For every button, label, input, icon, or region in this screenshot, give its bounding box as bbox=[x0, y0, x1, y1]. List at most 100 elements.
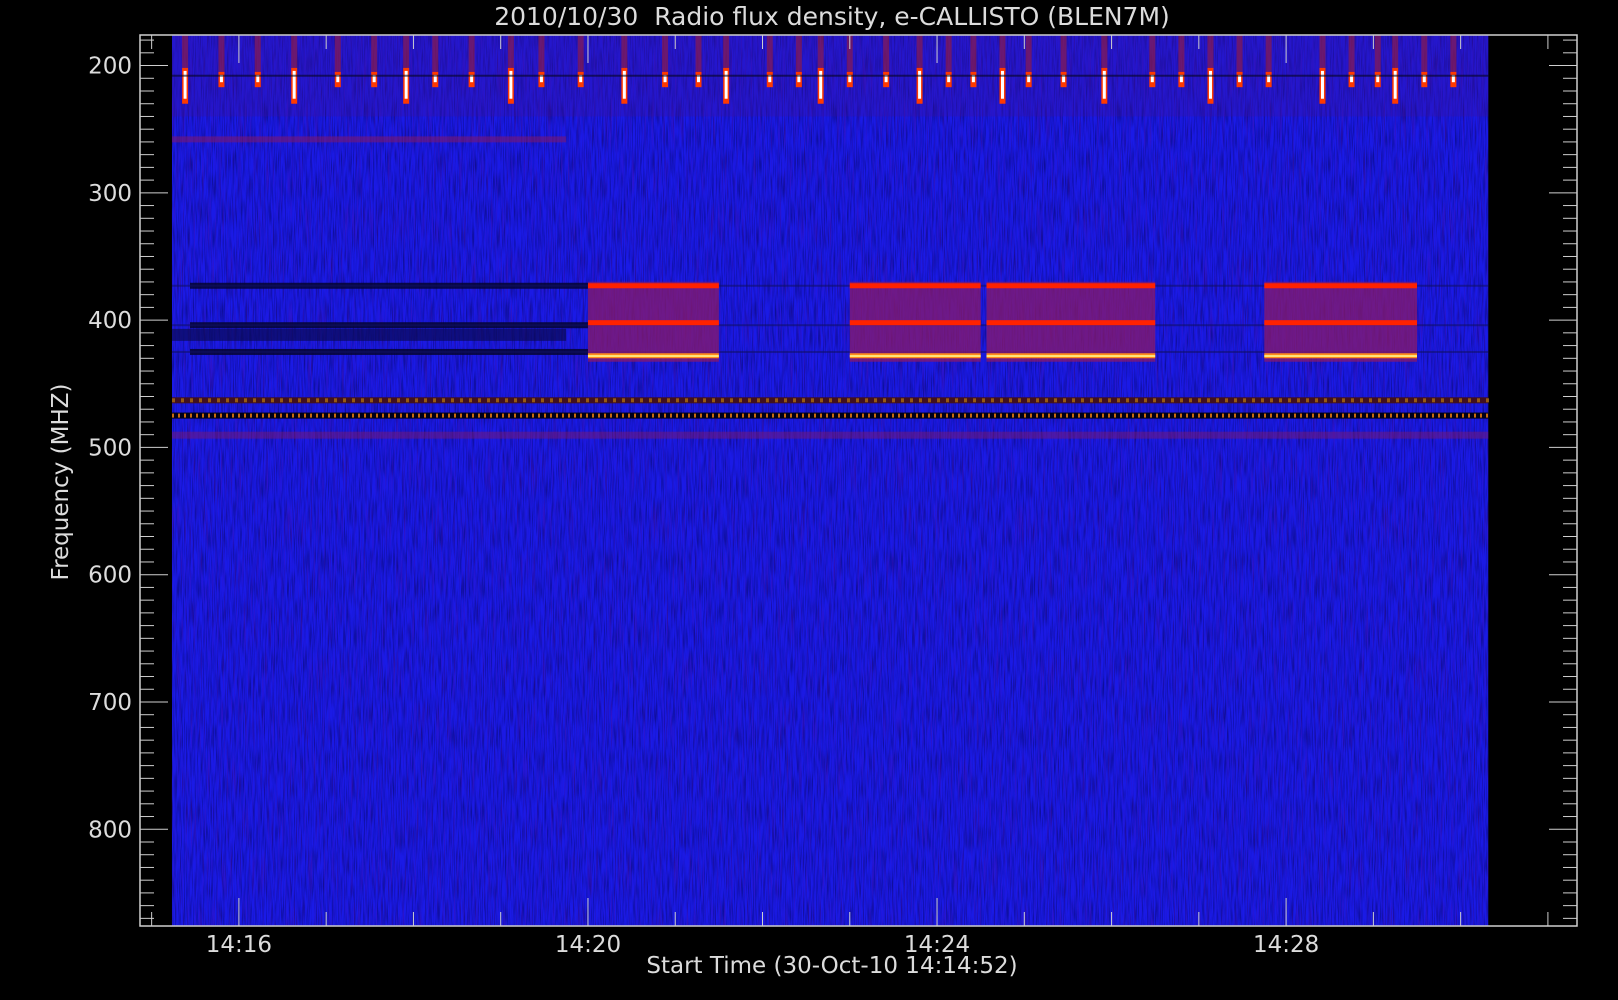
interference-dash bbox=[837, 398, 841, 403]
interference-dash bbox=[375, 413, 378, 418]
interference-dash bbox=[1179, 398, 1183, 403]
interference-dash bbox=[1017, 413, 1020, 418]
interference-dash bbox=[465, 413, 468, 418]
interference-dash bbox=[1113, 413, 1116, 418]
burst-trail bbox=[403, 35, 410, 68]
interference-dash bbox=[1467, 413, 1470, 418]
interference-dash bbox=[399, 413, 402, 418]
background-band bbox=[171, 136, 567, 143]
interference-dash bbox=[1311, 413, 1314, 418]
interference-dash bbox=[567, 398, 571, 403]
x-axis-label: Start Time (30-Oct-10 14:14:52) bbox=[646, 953, 1017, 979]
emission-line-core bbox=[849, 355, 981, 357]
interference-dash bbox=[927, 398, 931, 403]
interference-dash bbox=[699, 413, 702, 418]
interference-dash bbox=[897, 413, 900, 418]
interference-dash bbox=[675, 413, 678, 418]
interference-dash bbox=[1287, 413, 1290, 418]
interference-dash bbox=[1233, 398, 1237, 403]
interference-dash bbox=[1401, 413, 1404, 418]
interference-dash bbox=[219, 413, 222, 418]
interference-dash bbox=[1305, 413, 1308, 418]
interference-dash bbox=[1449, 398, 1453, 403]
interference-dash bbox=[207, 413, 210, 418]
interference-dash bbox=[441, 413, 444, 418]
interference-dash bbox=[573, 413, 576, 418]
interference-dash bbox=[459, 413, 462, 418]
interference-dash bbox=[663, 413, 666, 418]
burst-trail bbox=[254, 35, 261, 72]
interference-dash bbox=[1305, 398, 1309, 403]
interference-dash bbox=[684, 398, 688, 403]
burst-trail bbox=[723, 35, 730, 68]
interference-dash bbox=[603, 413, 606, 418]
interference-dash bbox=[864, 398, 868, 403]
interference-dash bbox=[1431, 413, 1434, 418]
interference-dash bbox=[873, 413, 876, 418]
interference-dash bbox=[615, 413, 618, 418]
x-tick-label: 14:28 bbox=[1253, 932, 1319, 958]
burst-trail bbox=[432, 35, 439, 72]
interference-dash bbox=[1026, 398, 1030, 403]
interference-dash bbox=[1395, 398, 1399, 403]
interference-dash bbox=[621, 398, 625, 403]
interference-dash bbox=[507, 413, 510, 418]
interference-dash bbox=[1287, 398, 1291, 403]
interference-dash bbox=[1191, 413, 1194, 418]
emission-line bbox=[849, 283, 981, 289]
interference-dash bbox=[1269, 413, 1272, 418]
burst-trail bbox=[218, 35, 225, 72]
interference-dash bbox=[225, 413, 228, 418]
interference-dash bbox=[1161, 413, 1164, 418]
interference-dash bbox=[486, 398, 490, 403]
interference-dash bbox=[849, 413, 852, 418]
interference-dash bbox=[1023, 413, 1026, 418]
dark-line bbox=[171, 74, 1489, 77]
interference-dash bbox=[873, 398, 877, 403]
burst-trail bbox=[291, 35, 298, 68]
interference-dash bbox=[459, 398, 463, 403]
interference-dash bbox=[549, 398, 553, 403]
burst-trail bbox=[1374, 35, 1381, 72]
burst-trail bbox=[945, 35, 952, 72]
interference-dash bbox=[495, 413, 498, 418]
interference-dash bbox=[345, 413, 348, 418]
y-tick-label: 700 bbox=[88, 690, 132, 716]
interference-dash bbox=[1215, 398, 1219, 403]
interference-dash bbox=[789, 413, 792, 418]
interference-dash bbox=[1101, 413, 1104, 418]
interference-dash bbox=[207, 398, 211, 403]
interference-dash bbox=[729, 398, 733, 403]
interference-dash bbox=[855, 398, 859, 403]
interference-dash bbox=[828, 398, 832, 403]
interference-dash bbox=[270, 398, 274, 403]
interference-dash bbox=[525, 413, 528, 418]
interference-dash bbox=[306, 398, 310, 403]
interference-dash bbox=[1143, 398, 1147, 403]
interference-dash bbox=[1407, 413, 1410, 418]
burst-trail bbox=[468, 35, 475, 72]
interference-dash bbox=[255, 413, 258, 418]
interference-dash bbox=[945, 413, 948, 418]
interference-dash bbox=[309, 413, 312, 418]
burst-trail bbox=[371, 35, 378, 72]
interference-dash bbox=[933, 413, 936, 418]
burst-trail bbox=[1265, 35, 1272, 72]
interference-dash bbox=[1083, 413, 1086, 418]
interference-dash bbox=[756, 398, 760, 403]
interference-dash bbox=[1179, 413, 1182, 418]
interference-dash bbox=[450, 398, 454, 403]
interference-dash bbox=[1227, 413, 1230, 418]
interference-dash bbox=[561, 413, 564, 418]
interference-dash bbox=[669, 413, 672, 418]
interference-dash bbox=[693, 413, 696, 418]
interference-dash bbox=[747, 398, 751, 403]
interference-dash bbox=[369, 413, 372, 418]
interference-dash bbox=[513, 398, 517, 403]
interference-dash bbox=[1485, 398, 1489, 403]
interference-dash bbox=[963, 413, 966, 418]
emission-line-core bbox=[986, 355, 1156, 357]
interference-dash bbox=[990, 398, 994, 403]
interference-dash bbox=[717, 413, 720, 418]
interference-dash bbox=[1077, 413, 1080, 418]
